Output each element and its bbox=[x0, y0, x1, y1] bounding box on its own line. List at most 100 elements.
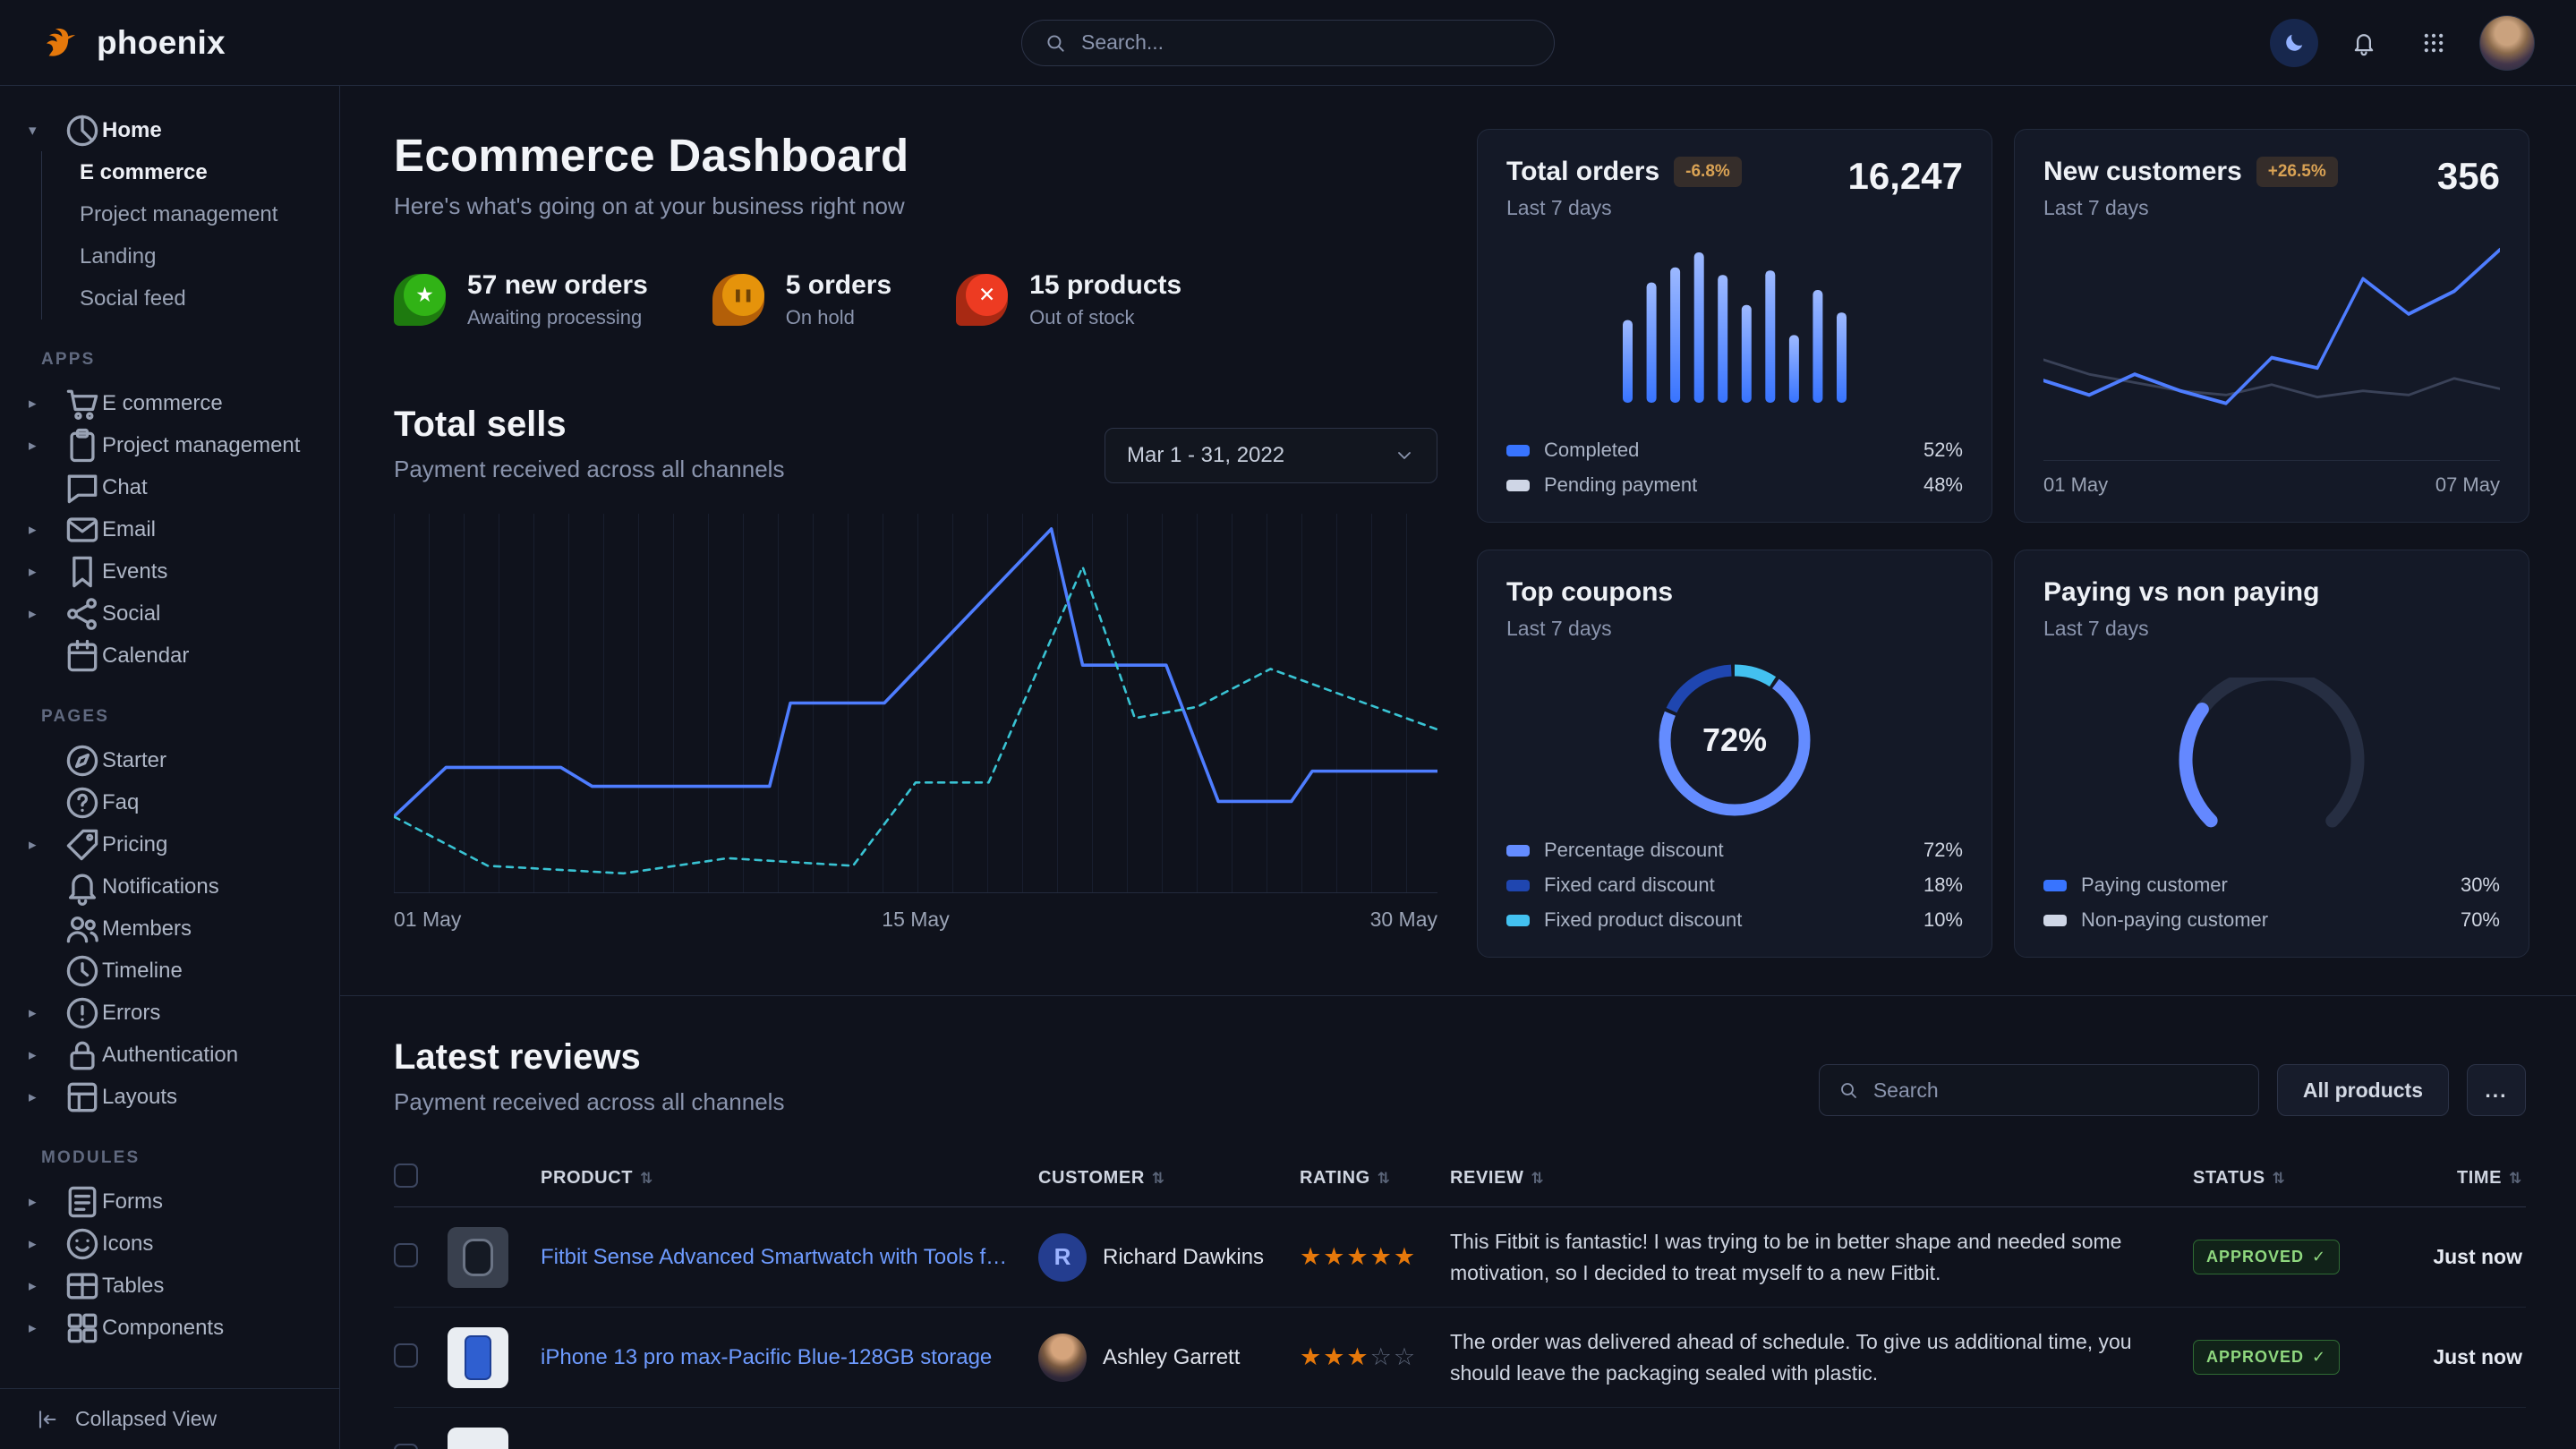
sidebar-item-e-commerce[interactable]: ▸ E commerce bbox=[0, 382, 339, 424]
sidebar-item-social-feed[interactable]: Social feed bbox=[42, 277, 339, 320]
sidebar-item-home[interactable]: ▾ Home bbox=[0, 109, 339, 151]
brand-logo-link[interactable]: phoenix bbox=[41, 22, 226, 64]
sidebar-item-errors[interactable]: ▸ Errors bbox=[0, 992, 339, 1034]
collapse-sidebar-button[interactable]: Collapsed View bbox=[0, 1388, 339, 1449]
main-content: Ecommerce Dashboard Here's what's going … bbox=[340, 86, 2576, 1449]
column-header-customer[interactable]: CUSTOMER⇅ bbox=[1038, 1168, 1300, 1189]
caret-right-icon: ▸ bbox=[29, 836, 63, 854]
table-row: iPhone 13 pro max-Pacific Blue-128GB sto… bbox=[394, 1308, 2526, 1408]
legend-value: 18% bbox=[1923, 874, 1963, 897]
column-header-review[interactable]: REVIEW⇅ bbox=[1450, 1168, 2193, 1189]
sidebar-item-members[interactable]: Members bbox=[0, 908, 339, 950]
sidebar-item-forms[interactable]: ▸ Forms bbox=[0, 1181, 339, 1223]
sidebar-item-events[interactable]: ▸ Events bbox=[0, 550, 339, 592]
latest-reviews-section: Latest reviews Payment received across a… bbox=[394, 996, 2526, 1449]
product-link[interactable]: iPhone 13 pro max-Pacific Blue-128GB sto… bbox=[541, 1345, 1038, 1370]
row-checkbox[interactable] bbox=[394, 1444, 418, 1449]
sidebar-item-layouts[interactable]: ▸ Layouts bbox=[0, 1076, 339, 1118]
select-all-checkbox[interactable] bbox=[394, 1163, 418, 1188]
review-time: Just now bbox=[2395, 1245, 2526, 1269]
bell-icon bbox=[2350, 30, 2377, 56]
sidebar-item-pricing[interactable]: ▸ Pricing bbox=[0, 823, 339, 865]
tag-icon bbox=[63, 825, 102, 865]
stat-out-of-stock: ✕ 15 products Out of stock bbox=[956, 270, 1181, 329]
reviews-search-input[interactable] bbox=[1873, 1078, 2240, 1103]
reviews-controls: All products ... bbox=[1819, 1064, 2526, 1116]
caret-right-icon: ▸ bbox=[29, 521, 63, 539]
sidebar-item-e-commerce[interactable]: E commerce bbox=[42, 151, 339, 193]
stat-value: 15 products bbox=[1029, 270, 1181, 301]
sidebar-item-components[interactable]: ▸ Components bbox=[0, 1307, 339, 1349]
sidebar-item-authentication[interactable]: ▸ Authentication bbox=[0, 1034, 339, 1076]
legend-value: 10% bbox=[1923, 908, 1963, 932]
sidebar-nav: ▾ Home E commerceProject managementLandi… bbox=[0, 86, 339, 1388]
smile-icon bbox=[63, 1224, 102, 1264]
product-link[interactable]: Fitbit Sense Advanced Smartwatch with To… bbox=[541, 1245, 1038, 1270]
sidebar-item-social[interactable]: ▸ Social bbox=[0, 592, 339, 635]
column-header-product[interactable]: PRODUCT⇅ bbox=[541, 1168, 1038, 1189]
sidebar-item-icons[interactable]: ▸ Icons bbox=[0, 1223, 339, 1265]
cart-icon bbox=[63, 384, 102, 423]
grid-icon bbox=[2421, 30, 2446, 55]
stat-caption: Awaiting processing bbox=[467, 306, 648, 329]
top-navbar: phoenix bbox=[0, 0, 2576, 86]
row-checkbox[interactable] bbox=[394, 1243, 418, 1267]
caret-right-icon: ▸ bbox=[29, 563, 63, 581]
notifications-button[interactable] bbox=[2340, 19, 2388, 67]
sidebar-item-timeline[interactable]: Timeline bbox=[0, 950, 339, 992]
date-range-select[interactable]: Mar 1 - 31, 2022 bbox=[1105, 428, 1437, 483]
new-customers-x-axis: 01 May 07 May bbox=[2043, 460, 2500, 497]
caret-right-icon: ▸ bbox=[29, 1193, 63, 1211]
row-checkbox[interactable] bbox=[394, 1343, 418, 1368]
review-text: This Fitbit is fantastic! I was trying t… bbox=[1450, 1226, 2193, 1288]
compass-icon bbox=[63, 741, 102, 780]
legend-swatch bbox=[1506, 845, 1530, 857]
stat-caption: On hold bbox=[786, 306, 891, 329]
status-badge: APPROVED✓ bbox=[2193, 1240, 2340, 1274]
navbar-actions bbox=[2270, 15, 2535, 71]
reviews-search[interactable] bbox=[1819, 1064, 2259, 1116]
user-avatar[interactable] bbox=[2479, 15, 2535, 71]
reviews-table: PRODUCT⇅ CUSTOMER⇅ RATING⇅ REVIEW⇅ STATU… bbox=[394, 1150, 2526, 1449]
share-icon bbox=[63, 594, 102, 634]
page-title: Ecommerce Dashboard bbox=[394, 129, 1437, 182]
review-text: The order was delivered ahead of schedul… bbox=[1450, 1326, 2193, 1388]
brand-name: phoenix bbox=[97, 24, 226, 62]
card-title: Paying vs non paying bbox=[2043, 577, 2319, 608]
sidebar-item-chat[interactable]: Chat bbox=[0, 466, 339, 508]
sidebar-item-notifications[interactable]: Notifications bbox=[0, 865, 339, 908]
sidebar-item-starter[interactable]: Starter bbox=[0, 739, 339, 781]
more-options-button[interactable]: ... bbox=[2467, 1064, 2526, 1116]
check-icon: ✓ bbox=[2312, 1348, 2326, 1367]
column-header-rating[interactable]: RATING⇅ bbox=[1300, 1168, 1450, 1189]
table-row: Fitbit Sense Advanced Smartwatch with To… bbox=[394, 1207, 2526, 1308]
apps-grid-button[interactable] bbox=[2410, 19, 2458, 67]
stats-row: ★ 57 new orders Awaiting processing ❚❚ 5… bbox=[394, 270, 1437, 329]
sidebar-item-tables[interactable]: ▸ Tables bbox=[0, 1265, 339, 1307]
check-icon: ✓ bbox=[2312, 1248, 2326, 1266]
pie-chart-icon bbox=[63, 111, 102, 150]
sort-icon: ⇅ bbox=[1152, 1170, 1165, 1188]
sidebar-item-project-management[interactable]: ▸ Project management bbox=[0, 424, 339, 466]
sidebar-item-project-management[interactable]: Project management bbox=[42, 193, 339, 235]
customer-cell: Ashley Garrett bbox=[1038, 1334, 1300, 1382]
search-input[interactable] bbox=[1081, 30, 1532, 55]
legend-swatch bbox=[1506, 445, 1530, 456]
rating-stars: ★★★★★ bbox=[1300, 1243, 1450, 1271]
column-header-status[interactable]: STATUS⇅ bbox=[2193, 1168, 2395, 1189]
all-products-button[interactable]: All products bbox=[2277, 1064, 2449, 1116]
sidebar-item-faq[interactable]: Faq bbox=[0, 781, 339, 823]
legend-value: 52% bbox=[1923, 439, 1963, 462]
sidebar-item-email[interactable]: ▸ Email bbox=[0, 508, 339, 550]
column-header-time[interactable]: TIME⇅ bbox=[2395, 1168, 2526, 1189]
legend-item: Completed 52% bbox=[1506, 439, 1963, 462]
global-search[interactable] bbox=[1021, 20, 1555, 66]
sidebar-item-calendar[interactable]: Calendar bbox=[0, 635, 339, 677]
legend-swatch bbox=[2043, 915, 2067, 926]
theme-toggle-button[interactable] bbox=[2270, 19, 2318, 67]
legend-value: 48% bbox=[1923, 473, 1963, 497]
new-customers-card: New customers +26.5% Last 7 days 356 01 … bbox=[2014, 129, 2529, 523]
legend-item: Fixed card discount 18% bbox=[1506, 874, 1963, 897]
sidebar-section-title: PAGES bbox=[0, 677, 339, 739]
sidebar-item-landing[interactable]: Landing bbox=[42, 235, 339, 277]
